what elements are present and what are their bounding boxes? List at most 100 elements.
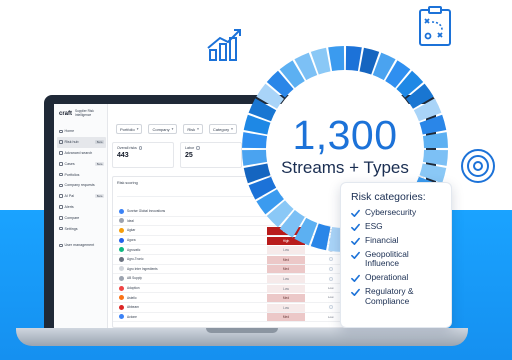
- company-name[interactable]: Adoption: [127, 286, 267, 290]
- nav-icon: [59, 205, 63, 209]
- sidebar-nav-bottom: User management: [57, 240, 106, 251]
- nav-icon: [59, 226, 63, 231]
- secondary-score: Low: [328, 314, 334, 319]
- sidebar-item-label: Home: [64, 129, 75, 134]
- check-icon: [351, 223, 360, 231]
- company-name[interactable]: Agro Inter Ingredients: [127, 267, 267, 271]
- company-name[interactable]: AB Supply: [127, 276, 267, 280]
- risk-category-label: ESG: [365, 221, 383, 231]
- filter-risk[interactable]: Risk ▾: [183, 124, 203, 134]
- company-logo: [119, 247, 124, 253]
- sidebar-item-label: AI Pal: [64, 194, 75, 199]
- panel-title: Risk scoring: [117, 181, 138, 185]
- app-sidebar: craft Supplier Risk Intelligence Home Ris…: [54, 104, 108, 328]
- hero-illustration: craft Supplier Risk Intelligence Home Ris…: [0, 0, 512, 360]
- company-logo: [119, 218, 124, 224]
- kpi-label: Overall risks: [117, 146, 137, 150]
- risk-category-label: Cybersecurity: [365, 207, 417, 217]
- risk-category-list: Cybersecurity ESG Financial Geopolitical In…: [351, 207, 441, 306]
- company-logo: [119, 314, 124, 320]
- sidebar-item-home[interactable]: Home: [57, 126, 106, 137]
- nav-icon: [59, 243, 63, 248]
- sidebar-nav: Home Risk hub Beta Advanced search Cases Beta…: [57, 126, 106, 234]
- risk-category-label: Regulatory & Compliance: [365, 286, 414, 306]
- kpi-overall-risks[interactable]: Overall risks 443: [112, 142, 174, 168]
- brand-text: Supplier Risk Intelligence: [75, 109, 94, 117]
- filter-category[interactable]: Category ▾: [208, 124, 237, 134]
- company-logo: [119, 227, 124, 233]
- sidebar-item-label: Advanced search: [64, 150, 93, 155]
- filter-label: Company: [152, 126, 170, 132]
- sidebar-item-company-requests[interactable]: Company requests: [57, 180, 106, 191]
- sidebar-item-advanced-search[interactable]: Advanced search: [57, 148, 106, 159]
- sidebar-item-label: Compare: [64, 215, 80, 220]
- filter-company[interactable]: Company ▾: [148, 124, 178, 134]
- chevron-down-icon: ▾: [197, 127, 199, 131]
- kpi-value: 25: [185, 152, 193, 159]
- risk-category-geopolitical-influence: Geopolitical Influence: [351, 249, 441, 269]
- secondary-score: Low: [328, 285, 334, 290]
- kpi-labor[interactable]: Labor 25: [180, 142, 242, 168]
- nav-icon: [59, 162, 63, 166]
- chevron-down-icon: ▾: [171, 127, 174, 131]
- beta-badge: Beta: [95, 161, 104, 166]
- risk-category-cybersecurity: Cybersecurity: [351, 207, 441, 218]
- check-icon: [351, 209, 360, 217]
- donut-segment: [345, 46, 362, 72]
- risk-category-financial: Financial: [351, 235, 441, 246]
- filter-portfolio[interactable]: Portfolio ▾: [116, 124, 143, 134]
- risk-category-label: Operational: [365, 272, 409, 283]
- risk-level-chip: Med: [267, 265, 305, 274]
- kpi-value: 443: [117, 152, 129, 159]
- donut-segment: [422, 149, 448, 166]
- filter-label: Risk: [187, 126, 196, 132]
- beta-badge: Beta: [95, 140, 104, 145]
- nav-icon: [59, 151, 63, 155]
- risk-categories-card: Risk categories: Cybersecurity ESG Financi…: [340, 182, 452, 328]
- status-circle-icon: [329, 305, 333, 310]
- sidebar-item-user-management[interactable]: User management: [57, 240, 106, 251]
- chevron-down-icon: ▾: [231, 127, 233, 131]
- sidebar-item-ai-pal[interactable]: AI Pal Beta: [57, 191, 106, 202]
- sidebar-item-label: Cases: [64, 161, 75, 166]
- risk-category-regulatory-compliance: Regulatory & Compliance: [351, 287, 441, 306]
- sidebar-item-portfolios[interactable]: Portfolios: [57, 169, 106, 180]
- check-icon: [351, 237, 360, 245]
- company-name[interactable]: Abbeam: [127, 305, 267, 309]
- info-icon: [138, 146, 143, 150]
- sidebar-item-settings[interactable]: Settings: [57, 223, 106, 234]
- risk-level-chip: Low: [267, 274, 305, 283]
- nav-icon: [59, 183, 63, 188]
- secondary-score: Low: [328, 295, 334, 300]
- sidebar-item-compare[interactable]: Compare: [57, 212, 106, 223]
- company-logo: [119, 304, 124, 310]
- sidebar-item-cases[interactable]: Cases Beta: [57, 158, 106, 169]
- risk-category-label: Financial: [365, 235, 399, 245]
- company-logo: [119, 237, 124, 243]
- filter-label: Category: [212, 126, 230, 132]
- check-icon: [351, 274, 360, 282]
- company-name[interactable]: Actone: [127, 315, 267, 319]
- donut-segment: [242, 132, 268, 149]
- beta-badge: Beta: [95, 194, 104, 199]
- nav-icon: [59, 140, 63, 144]
- card-title: Risk categories:: [351, 191, 426, 203]
- risk-level-chip: Med: [267, 294, 305, 303]
- risk-category-esg: ESG: [351, 221, 441, 232]
- status-circle-icon: [329, 267, 333, 272]
- risk-level-chip: Low: [267, 303, 305, 312]
- company-name[interactable]: Astello: [127, 296, 267, 300]
- company-name[interactable]: Agro-Tronic: [127, 257, 267, 261]
- sidebar-item-risk-hub[interactable]: Risk hub Beta: [57, 136, 106, 148]
- chevron-down-icon: ▾: [136, 127, 139, 131]
- app-brand: craft Supplier Risk Intelligence: [59, 109, 103, 117]
- check-icon: [351, 251, 360, 259]
- company-logo: [119, 208, 124, 214]
- filter-label: Portfolio: [120, 126, 135, 132]
- company-logo: [119, 275, 124, 281]
- sidebar-item-alerts[interactable]: Alerts: [57, 202, 106, 213]
- donut-segment: [242, 149, 268, 166]
- nav-icon: [59, 194, 63, 198]
- risk-category-label: Geopolitical Influence: [365, 249, 409, 269]
- nav-icon: [59, 129, 63, 134]
